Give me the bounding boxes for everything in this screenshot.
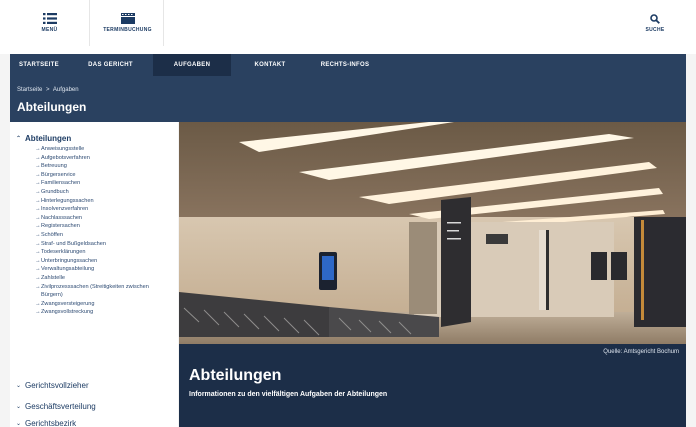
hero-caption: Quelle: Amtsgericht Bochum Abteilungen I… [179,344,686,427]
sidebar-section-label: Geschäftsverteilung [25,402,96,411]
breadcrumb-home[interactable]: Startseite [17,87,42,93]
breadcrumb-separator: > [46,87,50,93]
chevron-down-icon: ⌄ [16,421,22,427]
sidebar-item-label: Hinterlegungssachen [41,197,94,204]
calendar-icon [120,13,135,24]
sidebar-item[interactable]: → Unterbringungssachen [35,257,175,266]
sidebar: ⌃ Abteilungen → Anweisungsstelle → Aufgebo… [10,122,178,427]
sidebar-section-label: Gerichtsvollzieher [25,381,89,390]
sidebar-item-label: Anweisungsstelle [41,146,85,152]
sidebar-item[interactable]: → Todeserklärungen [35,248,175,257]
sidebar-item[interactable]: → Zahlstelle [35,274,175,283]
sidebar-item[interactable]: → Hinterlegungssachen [35,197,175,206]
sidebar-section-geschaeftsverteilung[interactable]: ⌄ Geschäftsverteilung [16,402,96,411]
sidebar-item-label: Zahlstelle [41,274,65,281]
sidebar-item-label: Grundbuch [41,188,69,195]
menu-button[interactable]: MENÜ [10,0,90,46]
sidebar-item[interactable]: → Registersachen [35,222,175,231]
nav-item-rechts-infos[interactable]: RECHTS-INFOS [309,54,381,76]
sidebar-item-label: Registersachen [41,223,80,230]
chevron-up-icon: ⌃ [16,136,22,142]
sidebar-section-label: Gerichtsbezirk [25,419,77,427]
main-nav: STARTSEITE DAS GERICHT AUFGABEN KONTAKT … [10,54,686,76]
top-header: MENÜ TERMINBUCHUNG SUCHE [0,0,696,54]
nav-item-startseite[interactable]: STARTSEITE [10,54,68,76]
sidebar-item[interactable]: → Zivilprozesssachen (Streitigkeiten zwis… [35,283,175,300]
chevron-down-icon: ⌄ [16,383,22,389]
sidebar-section-gerichtsbezirk[interactable]: ⌄ Gerichtsbezirk [16,419,76,427]
sidebar-item[interactable]: → Zwangsversteigerung [35,300,175,309]
sidebar-item-label: Zivilprozesssachen (Streitigkeiten zwisc… [41,283,149,299]
page-title: Abteilungen [17,100,87,114]
image-source: Quelle: Amtsgericht Bochum [603,349,679,355]
sidebar-item[interactable]: → Bürgerservice [35,171,175,180]
sidebar-item[interactable]: → Insolvenzverfahren [35,205,175,214]
sidebar-item[interactable]: → Anweisungsstelle [35,145,175,154]
sidebar-item-label: Nachlasssachen [41,214,83,221]
sidebar-item[interactable]: → Aufgebotsverfahren [35,154,175,163]
sidebar-item[interactable]: → Straf- und Bußgeldsachen [35,240,175,249]
nav-item-das-gericht[interactable]: DAS GERICHT [68,54,153,76]
sidebar-item-label: Insolvenzverfahren [41,206,89,213]
sidebar-item-label: Verwaltungsabteilung [41,266,95,273]
page-header: Startseite > Aufgaben Abteilungen [10,76,686,122]
chevron-down-icon: ⌄ [16,404,22,410]
sidebar-item-label: Schöffen [41,231,63,238]
sidebar-item-label: Betreuung [41,163,67,170]
sidebar-item-label: Zwangsvollstreckung [41,309,94,316]
hero-title: Abteilungen [189,367,282,384]
terminbuchung-button[interactable]: TERMINBUCHUNG [92,0,164,46]
nav-item-kontakt[interactable]: KONTAKT [231,54,309,76]
sidebar-item[interactable]: → Schöffen [35,231,175,240]
nav-item-aufgaben[interactable]: AUFGABEN [153,54,231,76]
sidebar-item[interactable]: → Zwangsvollstreckung [35,308,175,317]
sidebar-item-label: Straf- und Bußgeldsachen [41,240,106,247]
sidebar-item[interactable]: → Familiensachen [35,179,175,188]
sidebar-section-gerichtsvollzieher[interactable]: ⌄ Gerichtsvollzieher [16,381,89,390]
menu-label: MENÜ [41,27,58,33]
sidebar-item[interactable]: → Grundbuch [35,188,175,197]
breadcrumb-current[interactable]: Aufgaben [53,87,79,93]
terminbuchung-label: TERMINBUCHUNG [103,27,152,33]
search-button[interactable]: SUCHE [630,0,680,46]
menu-icon [42,13,57,24]
search-label: SUCHE [645,26,665,33]
search-icon [650,13,660,24]
sidebar-item[interactable]: → Betreuung [35,162,175,171]
sidebar-item-label: Familiensachen [41,180,81,187]
sidebar-item-label: Aufgebotsverfahren [41,154,90,161]
sidebar-item-label: Bürgerservice [41,171,76,178]
sidebar-item-label: Todeserklärungen [41,249,86,256]
hero-image [179,122,686,344]
breadcrumb: Startseite > Aufgaben [17,87,79,93]
hero-subtitle: Informationen zu den vielfältigen Aufgab… [189,391,388,398]
sidebar-section-label: Abteilungen [25,134,72,143]
sidebar-sublist: → Anweisungsstelle → Aufgebotsverfahren → B… [35,145,175,317]
sidebar-item-label: Unterbringungssachen [41,257,98,264]
sidebar-section-abteilungen[interactable]: ⌃ Abteilungen [16,134,71,143]
sidebar-item-label: Zwangsversteigerung [41,300,95,307]
sidebar-item[interactable]: → Nachlasssachen [35,214,175,223]
sidebar-item[interactable]: → Verwaltungsabteilung [35,265,175,274]
